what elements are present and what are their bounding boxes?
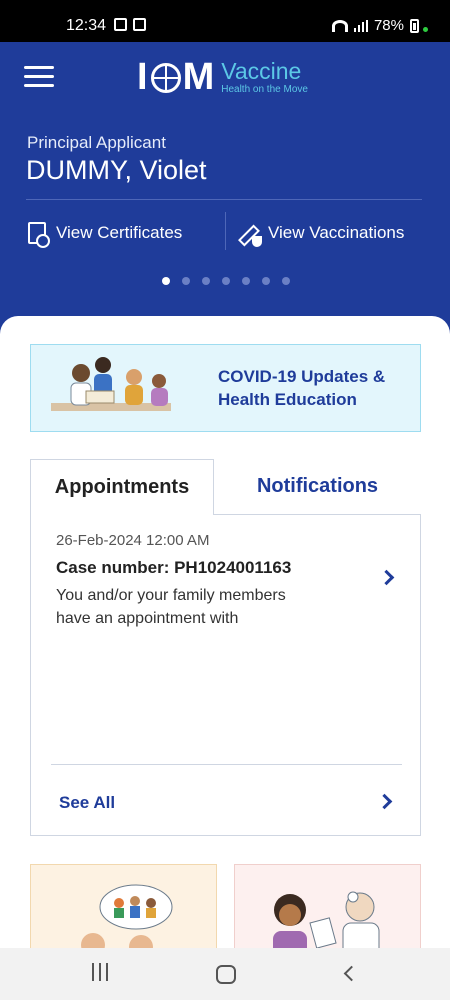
- appointment-description: You and/or your family members have an a…: [56, 584, 326, 630]
- carousel-dot[interactable]: [182, 277, 190, 285]
- view-vaccinations-label: View Vaccinations: [268, 223, 405, 242]
- tab-bar: Appointments Notifications: [30, 459, 421, 515]
- wifi-icon: [331, 19, 348, 32]
- syringe-shield-icon: [236, 222, 262, 247]
- appointment-desc-line-1: You and/or your family members: [56, 587, 286, 604]
- carousel-dot[interactable]: [242, 277, 250, 285]
- see-all-label: See All: [59, 793, 116, 812]
- appointment-case-number: Case number: PH1024001163: [56, 558, 292, 577]
- system-nav-bar: [0, 948, 450, 1000]
- banner-line-2: Health Education: [218, 390, 357, 409]
- appointment-date: 26-Feb-2024 12:00 AM: [56, 532, 210, 549]
- tab-appointments[interactable]: Appointments: [30, 459, 214, 515]
- action-separator: [225, 212, 226, 250]
- health-education-illustration: [51, 357, 171, 411]
- gallery-icon: [114, 18, 127, 31]
- tab-notifications[interactable]: Notifications: [214, 459, 421, 515]
- view-certificates-button[interactable]: View Certificates: [28, 222, 183, 248]
- header-divider: [26, 199, 422, 200]
- banner-line-1: COVID-19 Updates &: [218, 367, 386, 386]
- status-bar: 12:34 78%: [0, 0, 450, 42]
- signal-icon: [353, 19, 368, 32]
- carousel-dot[interactable]: [202, 277, 210, 285]
- privacy-indicator-icon: [423, 27, 428, 32]
- status-right: 78%: [331, 17, 428, 34]
- view-vaccinations-button[interactable]: View Vaccinations: [236, 222, 405, 247]
- logo-letter-m: M: [182, 56, 216, 98]
- covid-updates-banner[interactable]: COVID-19 Updates & Health Education: [30, 344, 421, 432]
- logo-letter-i: I: [137, 56, 149, 98]
- battery-icon: [410, 18, 419, 33]
- applicant-name: DUMMY, Violet: [26, 155, 207, 185]
- calendar-icon: [133, 18, 146, 31]
- menu-icon[interactable]: [24, 66, 54, 88]
- main-content: COVID-19 Updates & Health Education Appo…: [0, 316, 450, 964]
- carousel-dot[interactable]: [222, 277, 230, 285]
- carousel-dot[interactable]: [262, 277, 270, 285]
- status-time: 12:34: [66, 17, 107, 34]
- logo-text: Vaccine Health on the Move: [221, 60, 308, 95]
- chevron-right-icon: [378, 569, 395, 586]
- banner-text: COVID-19 Updates & Health Education: [218, 365, 385, 411]
- applicant-label: Principal Applicant: [27, 133, 166, 152]
- logo-product: Vaccine: [221, 58, 302, 84]
- battery-percent: 78%: [373, 17, 404, 34]
- appointment-item[interactable]: 26-Feb-2024 12:00 AM Case number: PH1024…: [31, 514, 420, 644]
- appointments-panel: 26-Feb-2024 12:00 AM Case number: PH1024…: [30, 514, 421, 836]
- globe-icon: [150, 62, 181, 93]
- view-certificates-label: View Certificates: [56, 223, 183, 242]
- logo-iom: I M: [137, 56, 215, 99]
- carousel-indicator: [162, 277, 290, 285]
- carousel-dot[interactable]: [162, 277, 170, 285]
- app-logo: I M Vaccine Health on the Move: [137, 56, 308, 99]
- logo-tagline: Health on the Move: [221, 84, 308, 95]
- chevron-right-icon: [376, 793, 393, 810]
- certificate-icon: [28, 222, 50, 248]
- home-icon[interactable]: [216, 965, 236, 984]
- appointment-desc-line-2: have an appointment with: [56, 610, 239, 627]
- recents-icon[interactable]: [88, 963, 112, 985]
- notification-icons: [114, 18, 146, 31]
- back-icon[interactable]: [343, 965, 360, 982]
- carousel-dot[interactable]: [282, 277, 290, 285]
- see-all-button[interactable]: See All: [31, 765, 420, 835]
